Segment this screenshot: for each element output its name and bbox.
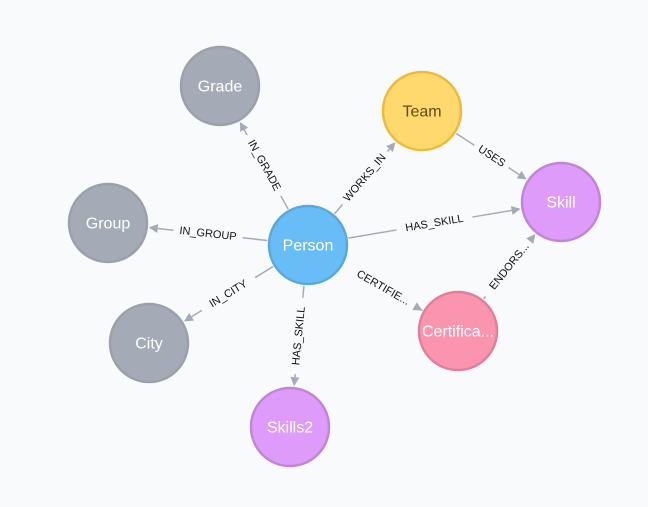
relationship-line[interactable]: [455, 132, 475, 146]
relationship-line[interactable]: [243, 129, 248, 136]
node-label: Team: [402, 104, 441, 121]
node-label: Certifica...: [422, 324, 494, 341]
arrow-head-icon: [148, 223, 159, 233]
relationship-in-group[interactable]: IN_GROUP: [148, 223, 268, 243]
relationship-label: ENDORS...: [487, 241, 531, 292]
arrow-head-icon: [516, 170, 527, 180]
relationship-has-skill[interactable]: HAS_SKILL: [348, 205, 521, 239]
node-label: Skill: [546, 195, 575, 212]
relationship-endors[interactable]: ENDORS...: [482, 234, 536, 300]
relationship-has-skill[interactable]: HAS_SKILL: [290, 285, 308, 387]
arrow-head-icon: [412, 302, 423, 311]
relationship-line[interactable]: [157, 227, 174, 231]
relationship-line[interactable]: [302, 285, 305, 298]
relationship-uses[interactable]: USES: [455, 132, 527, 180]
relationship-line[interactable]: [333, 204, 344, 215]
node-certification[interactable]: Certifica...: [417, 290, 499, 372]
relationship-in-grade[interactable]: IN_GRADE: [239, 121, 289, 210]
arrow-head-icon: [290, 376, 300, 387]
node-skill[interactable]: Skill: [520, 161, 602, 243]
relationship-line[interactable]: [348, 229, 397, 239]
node-group[interactable]: Group: [67, 182, 149, 264]
node-team[interactable]: Team: [381, 70, 463, 152]
node-person[interactable]: Person: [267, 204, 349, 286]
relationship-certifie[interactable]: CERTIFIE...: [343, 264, 423, 312]
relationship-label: IN_GRADE: [245, 138, 283, 193]
arrow-head-icon: [526, 234, 536, 244]
node-label: Person: [283, 238, 334, 255]
node-grade[interactable]: Grade: [179, 45, 261, 127]
relationship-label: USES: [476, 143, 508, 169]
relationship-line[interactable]: [280, 195, 289, 210]
relationship-line[interactable]: [242, 237, 268, 242]
node-label: Group: [86, 216, 131, 233]
arrow-head-icon: [510, 205, 521, 215]
relationship-label: CERTIFIE...: [354, 268, 411, 308]
node-skills2[interactable]: Skills2: [249, 386, 331, 468]
relationship-line[interactable]: [472, 209, 512, 218]
relationship-in-city[interactable]: IN_CITY: [183, 265, 274, 322]
relationship-label: IN_CITY: [207, 277, 250, 310]
relationship-line[interactable]: [386, 148, 391, 152]
relationship-label: IN_GROUP: [179, 225, 237, 243]
relationship-label: HAS_SKILL: [290, 306, 308, 366]
relationship-line[interactable]: [254, 265, 274, 279]
relationship-label: HAS_SKILL: [405, 213, 465, 235]
graph-canvas[interactable]: IN_GRADE WORKS_IN USES HAS_SKILL IN_GROUP IN_…: [0, 0, 648, 507]
relationship-line[interactable]: [508, 167, 520, 176]
node-label: Skills2: [267, 420, 313, 437]
arrow-head-icon: [183, 312, 194, 322]
node-city[interactable]: City: [108, 302, 190, 384]
relationship-label: WORKS_IN: [341, 152, 388, 205]
node-label: Grade: [198, 79, 243, 96]
node-label: City: [135, 336, 163, 353]
relationship-line[interactable]: [191, 309, 203, 318]
relationship-works-in[interactable]: WORKS_IN: [333, 142, 396, 215]
relationship-line[interactable]: [482, 296, 487, 300]
